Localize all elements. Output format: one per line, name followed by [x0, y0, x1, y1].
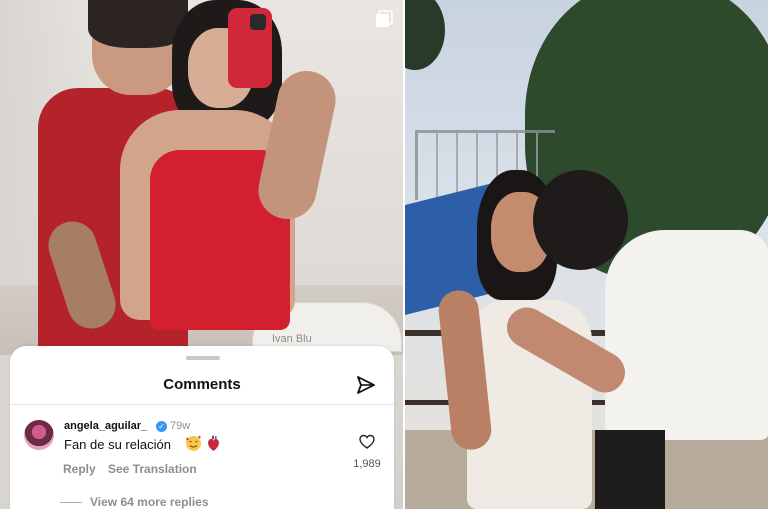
paper-plane-icon[interactable] — [356, 375, 376, 395]
photo-watermark: Ivan Blu — [272, 333, 312, 345]
divider — [10, 404, 394, 405]
anatomical-heart-emoji — [208, 435, 219, 451]
comment-time: 79w — [170, 420, 191, 432]
tree — [405, 0, 445, 70]
like-count: 1,989 — [353, 458, 381, 470]
man-pants — [595, 430, 665, 509]
drag-handle[interactable] — [186, 356, 220, 360]
sheet-title: Comments — [163, 376, 241, 393]
reply-link[interactable]: Reply — [63, 462, 96, 476]
comment-text: Fan de su relación — [64, 437, 171, 452]
smiling-face-with-hearts-emoji — [186, 435, 201, 451]
man-head — [533, 170, 628, 270]
man-white-shirt — [605, 230, 768, 440]
red-phone — [228, 8, 272, 88]
avatar[interactable] — [24, 420, 54, 450]
view-more-replies-link[interactable]: View 64 more replies — [90, 495, 209, 509]
square-stack-icon — [376, 10, 393, 27]
comment-username[interactable]: angela_aguilar_ — [64, 420, 147, 432]
replies-line — [60, 502, 82, 503]
comments-sheet: Comments angela_aguilar_ ✓ 79w Fan de su… — [10, 346, 394, 509]
right-photo — [405, 0, 768, 509]
see-translation-link[interactable]: See Translation — [108, 462, 197, 476]
verified-badge-icon: ✓ — [156, 421, 167, 432]
heart-outline-icon[interactable] — [359, 434, 375, 450]
